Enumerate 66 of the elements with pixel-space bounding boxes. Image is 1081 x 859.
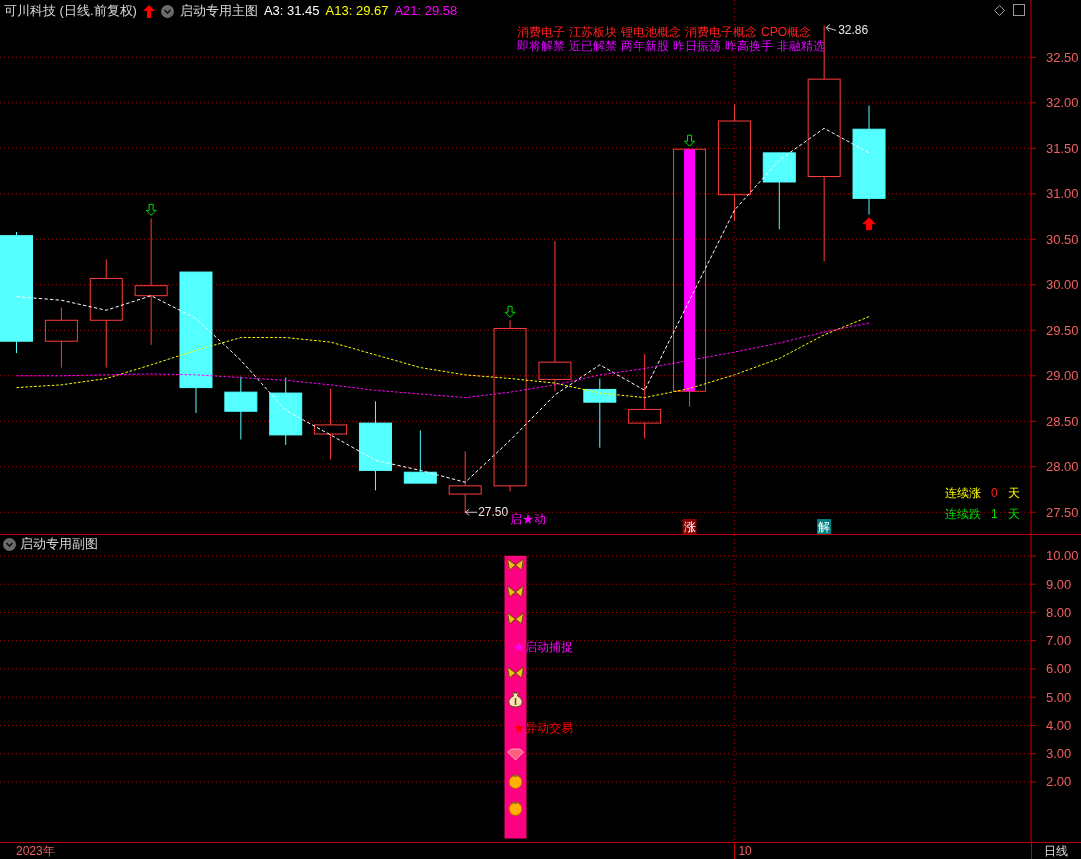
axis-label: 10.00 — [1046, 548, 1079, 564]
status-label: 即将解禁 — [517, 39, 565, 53]
axis-label: 30.00 — [1046, 277, 1079, 293]
month-label: 10 — [734, 843, 752, 859]
event-badge: 涨 — [682, 519, 697, 534]
butterfly-icon — [507, 558, 524, 571]
streak-count: 1 — [991, 507, 998, 522]
chevron-down-icon[interactable] — [160, 4, 174, 18]
streak-label: 连续涨 — [945, 486, 981, 501]
concept-label: 消费电子 — [517, 25, 565, 39]
high-price-label: 32.86 — [838, 23, 869, 38]
status-label: 昨高换手 — [725, 39, 773, 53]
axis-label: 31.50 — [1046, 140, 1079, 156]
axis-label: 3.00 — [1046, 746, 1072, 762]
concept-label: CPO概念 — [761, 25, 811, 39]
axis-label: 9.00 — [1046, 576, 1072, 592]
axis-label: 28.00 — [1046, 459, 1079, 475]
concept-label: 江苏板块 — [569, 25, 617, 39]
axis-label: 29.00 — [1046, 368, 1079, 384]
streak-count: 0 — [991, 486, 998, 501]
butterfly-icon — [507, 666, 524, 679]
axis-label: 27.50 — [1046, 504, 1079, 520]
chevron-down-icon[interactable] — [3, 537, 16, 551]
axis-label: 7.00 — [1046, 633, 1072, 649]
panel-title: 启动专用副图 — [20, 535, 98, 554]
axis-label: 29.50 — [1046, 322, 1079, 338]
axis-label: 32.50 — [1046, 49, 1079, 65]
fruit-icon — [508, 801, 523, 816]
indicator-value: A21: 29.58 — [394, 2, 458, 21]
butterfly-icon — [507, 612, 524, 625]
low-price-label: 27.50 — [478, 505, 509, 520]
streak-label: 连续跌 — [945, 507, 981, 522]
gem-icon — [507, 748, 524, 761]
event-badge: 解 — [817, 519, 832, 534]
money-bag-icon — [508, 692, 523, 708]
status-label: 两年新股 — [621, 39, 669, 53]
stock-title: 可川科技 (日线.前复权) — [4, 2, 137, 21]
axis-label: 4.00 — [1046, 717, 1072, 733]
axis-label: 6.00 — [1046, 661, 1072, 677]
status-label: 昨日振荡 — [673, 39, 721, 53]
period-label: 日线 — [1031, 843, 1081, 859]
fruit-icon — [508, 774, 523, 789]
diamond-icon[interactable] — [994, 4, 1005, 16]
axis-label: 2.00 — [1046, 774, 1072, 790]
axis-label: 32.00 — [1046, 95, 1079, 111]
axis-label: 30.50 — [1046, 231, 1079, 247]
axis-label: 8.00 — [1046, 604, 1072, 620]
butterfly-icon — [507, 585, 524, 598]
up-arrow-icon — [142, 4, 155, 18]
signal-label: 启★动 — [510, 512, 547, 527]
pointer-arrow-icon — [825, 24, 837, 32]
maximize-icon[interactable] — [1013, 4, 1025, 16]
axis-label: 31.00 — [1046, 186, 1079, 202]
year-label: 2023年 — [16, 843, 55, 859]
streak-unit: 天 — [1007, 507, 1020, 522]
indicator-value: A13: 29.67 — [325, 2, 389, 21]
indicator-name: 启动专用主图 — [179, 2, 258, 21]
streak-unit: 天 — [1007, 486, 1020, 501]
indicator-value: A3: 31.45 — [263, 2, 320, 21]
signal-label: ★启动捕捉 — [512, 640, 573, 654]
pointer-arrow-icon — [464, 508, 478, 516]
axis-label: 28.50 — [1046, 413, 1079, 429]
axis-label: 5.00 — [1046, 689, 1072, 705]
concept-label: 锂电池概念 — [621, 25, 681, 39]
concept-label: 消费电子概念 — [685, 25, 757, 39]
status-label: 近已解禁 — [569, 39, 617, 53]
